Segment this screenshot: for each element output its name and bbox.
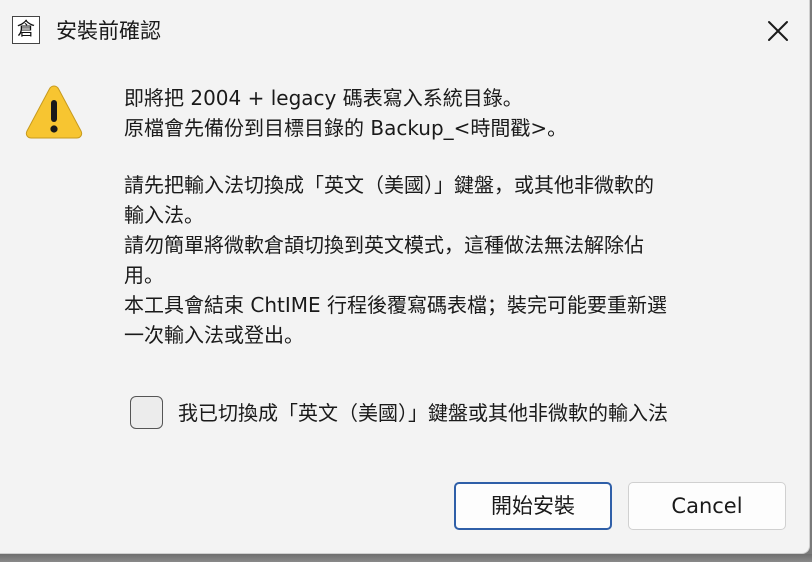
app-icon: 倉 xyxy=(12,16,40,44)
close-button[interactable] xyxy=(748,4,806,56)
message-line: 一次輸入法或登出。 xyxy=(124,323,304,347)
message-line: 用。 xyxy=(124,263,164,287)
title-bar: 倉 安裝前確認 xyxy=(0,0,810,58)
start-install-button[interactable]: 開始安裝 xyxy=(454,482,612,530)
message-paragraph-2: 請先把輸入法切換成「英文（美國）」鍵盤，或其他非微軟的 輸入法。 請勿簡單將微軟… xyxy=(124,170,667,350)
background-edge xyxy=(0,554,812,562)
message-line: 原檔會先備份到目標目錄的 Backup_<時間戳>。 xyxy=(124,116,568,140)
message-line: 輸入法。 xyxy=(124,203,204,227)
message-line: 本工具會結束 ChtIME 行程後覆寫碼表檔；裝完可能要重新選 xyxy=(124,293,667,317)
window-title: 安裝前確認 xyxy=(56,19,161,43)
close-icon xyxy=(768,21,788,41)
message-line: 請勿簡單將微軟倉頡切換到英文模式，這種做法無法解除佔 xyxy=(124,233,644,257)
message-line: 請先把輸入法切換成「英文（美國）」鍵盤，或其他非微軟的 xyxy=(124,173,654,197)
message-paragraph-1: 即將把 2004 + legacy 碼表寫入系統目錄。 原檔會先備份到目標目錄的… xyxy=(124,83,567,143)
confirm-checkbox-label[interactable]: 我已切換成「英文（美國）」鍵盤或其他非微軟的輸入法 xyxy=(178,398,668,428)
confirm-dialog: 倉 安裝前確認 即將把 2004 + legacy 碼表寫入系統目錄。 原檔會先… xyxy=(0,0,810,554)
confirm-checkbox[interactable] xyxy=(130,396,163,429)
warning-icon xyxy=(25,85,83,139)
message-line: 即將把 2004 + legacy 碼表寫入系統目錄。 xyxy=(124,86,523,110)
cancel-button[interactable]: Cancel xyxy=(628,482,786,530)
